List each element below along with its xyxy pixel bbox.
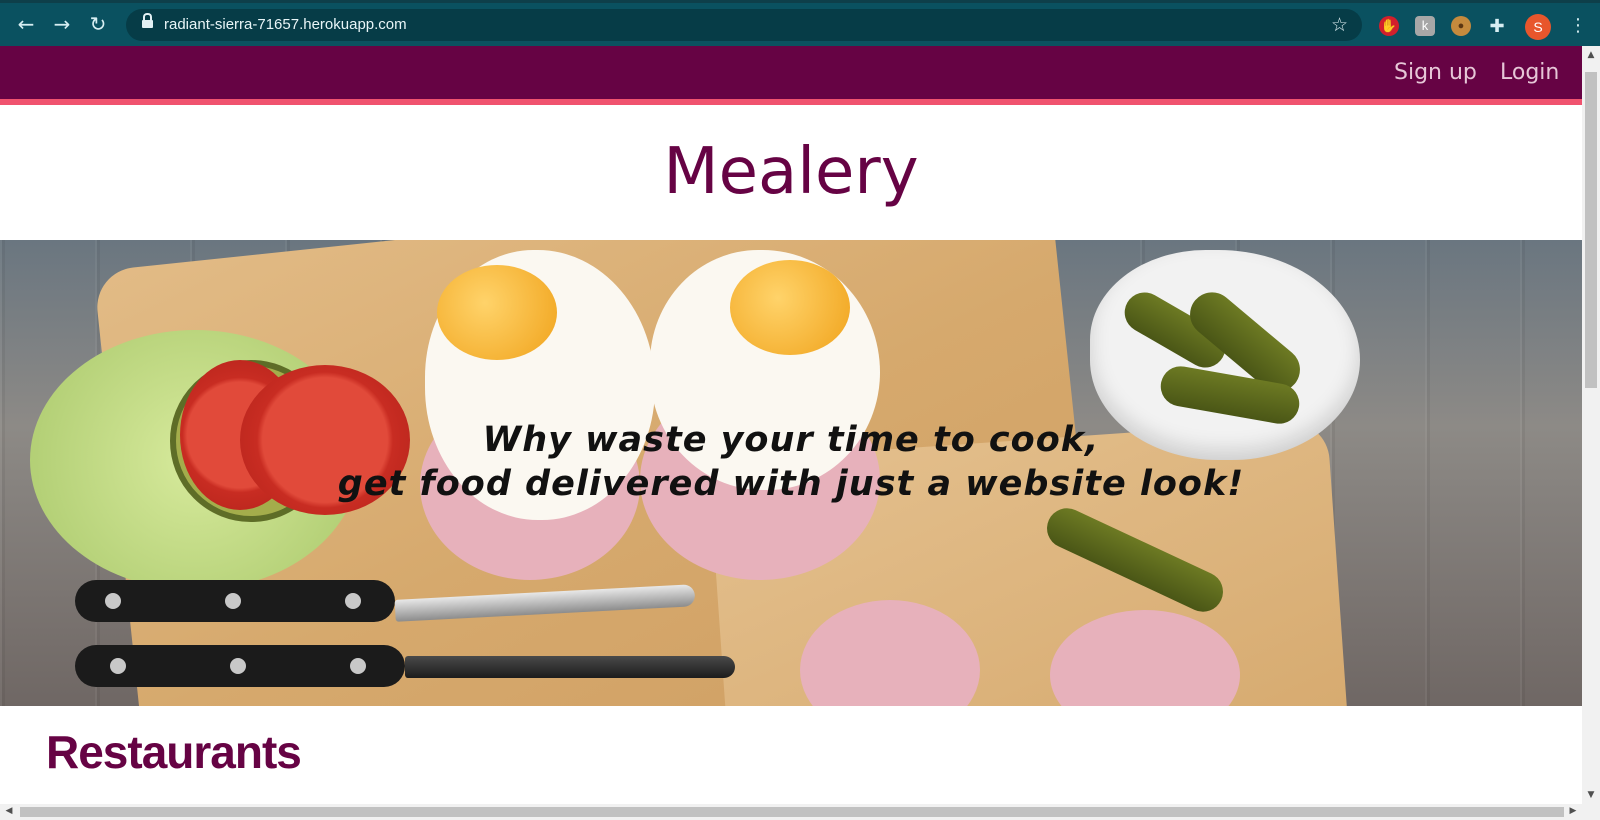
forward-icon[interactable]: → [50,12,74,36]
navbar-accent-line [0,99,1582,105]
site-navbar: Sign up Login [0,46,1582,99]
reload-icon[interactable]: ↻ [86,12,110,36]
rivet [350,658,366,674]
hero-tagline: Why waste your time to cook, get food de… [0,418,1582,506]
rivet [345,593,361,609]
profile-avatar[interactable]: S [1525,14,1551,40]
extension-k-icon[interactable]: k [1415,16,1435,36]
extensions-puzzle-icon[interactable]: ✚ [1487,16,1507,36]
restaurants-heading: Restaurants [46,726,302,778]
extension-hand-icon[interactable]: ✋ [1379,16,1399,36]
site-title: Mealery [663,135,919,209]
horizontal-scrollbar[interactable]: ◀ ▶ [0,804,1600,820]
bookmark-star-icon[interactable]: ☆ [1331,14,1348,36]
login-link[interactable]: Login [1500,60,1559,85]
vertical-scroll-thumb[interactable] [1585,72,1597,388]
rivet [225,593,241,609]
browser-menu-icon[interactable]: ⋮ [1569,15,1587,36]
scroll-down-icon[interactable]: ▼ [1582,790,1600,800]
horizontal-scroll-thumb[interactable] [20,807,1564,817]
hero-tagline-line2: get food delivered with just a website l… [337,464,1245,504]
egg-yolk-right [730,260,850,355]
knife-blade [405,656,735,678]
egg-yolk-left [437,265,557,360]
browser-toolbar: ← → ↻ radiant-sierra-71657.herokuapp.com… [0,0,1600,46]
scroll-up-icon[interactable]: ▲ [1582,50,1600,60]
vertical-scrollbar[interactable]: ▲ ▼ [1582,46,1600,804]
hero-banner: Why waste your time to cook, get food de… [0,240,1582,706]
rivet [105,593,121,609]
extension-cookie-icon[interactable]: ● [1451,16,1471,36]
scroll-left-icon[interactable]: ◀ [0,806,18,816]
address-bar[interactable]: radiant-sierra-71657.herokuapp.com ☆ [126,9,1362,41]
url-text[interactable]: radiant-sierra-71657.herokuapp.com [164,16,407,33]
signup-link[interactable]: Sign up [1394,60,1477,85]
back-icon[interactable]: ← [14,12,38,36]
rivet [230,658,246,674]
hero-tagline-line1: Why waste your time to cook, [482,420,1100,460]
rivet [110,658,126,674]
lock-icon[interactable] [142,13,153,28]
scroll-right-icon[interactable]: ▶ [1564,806,1582,816]
